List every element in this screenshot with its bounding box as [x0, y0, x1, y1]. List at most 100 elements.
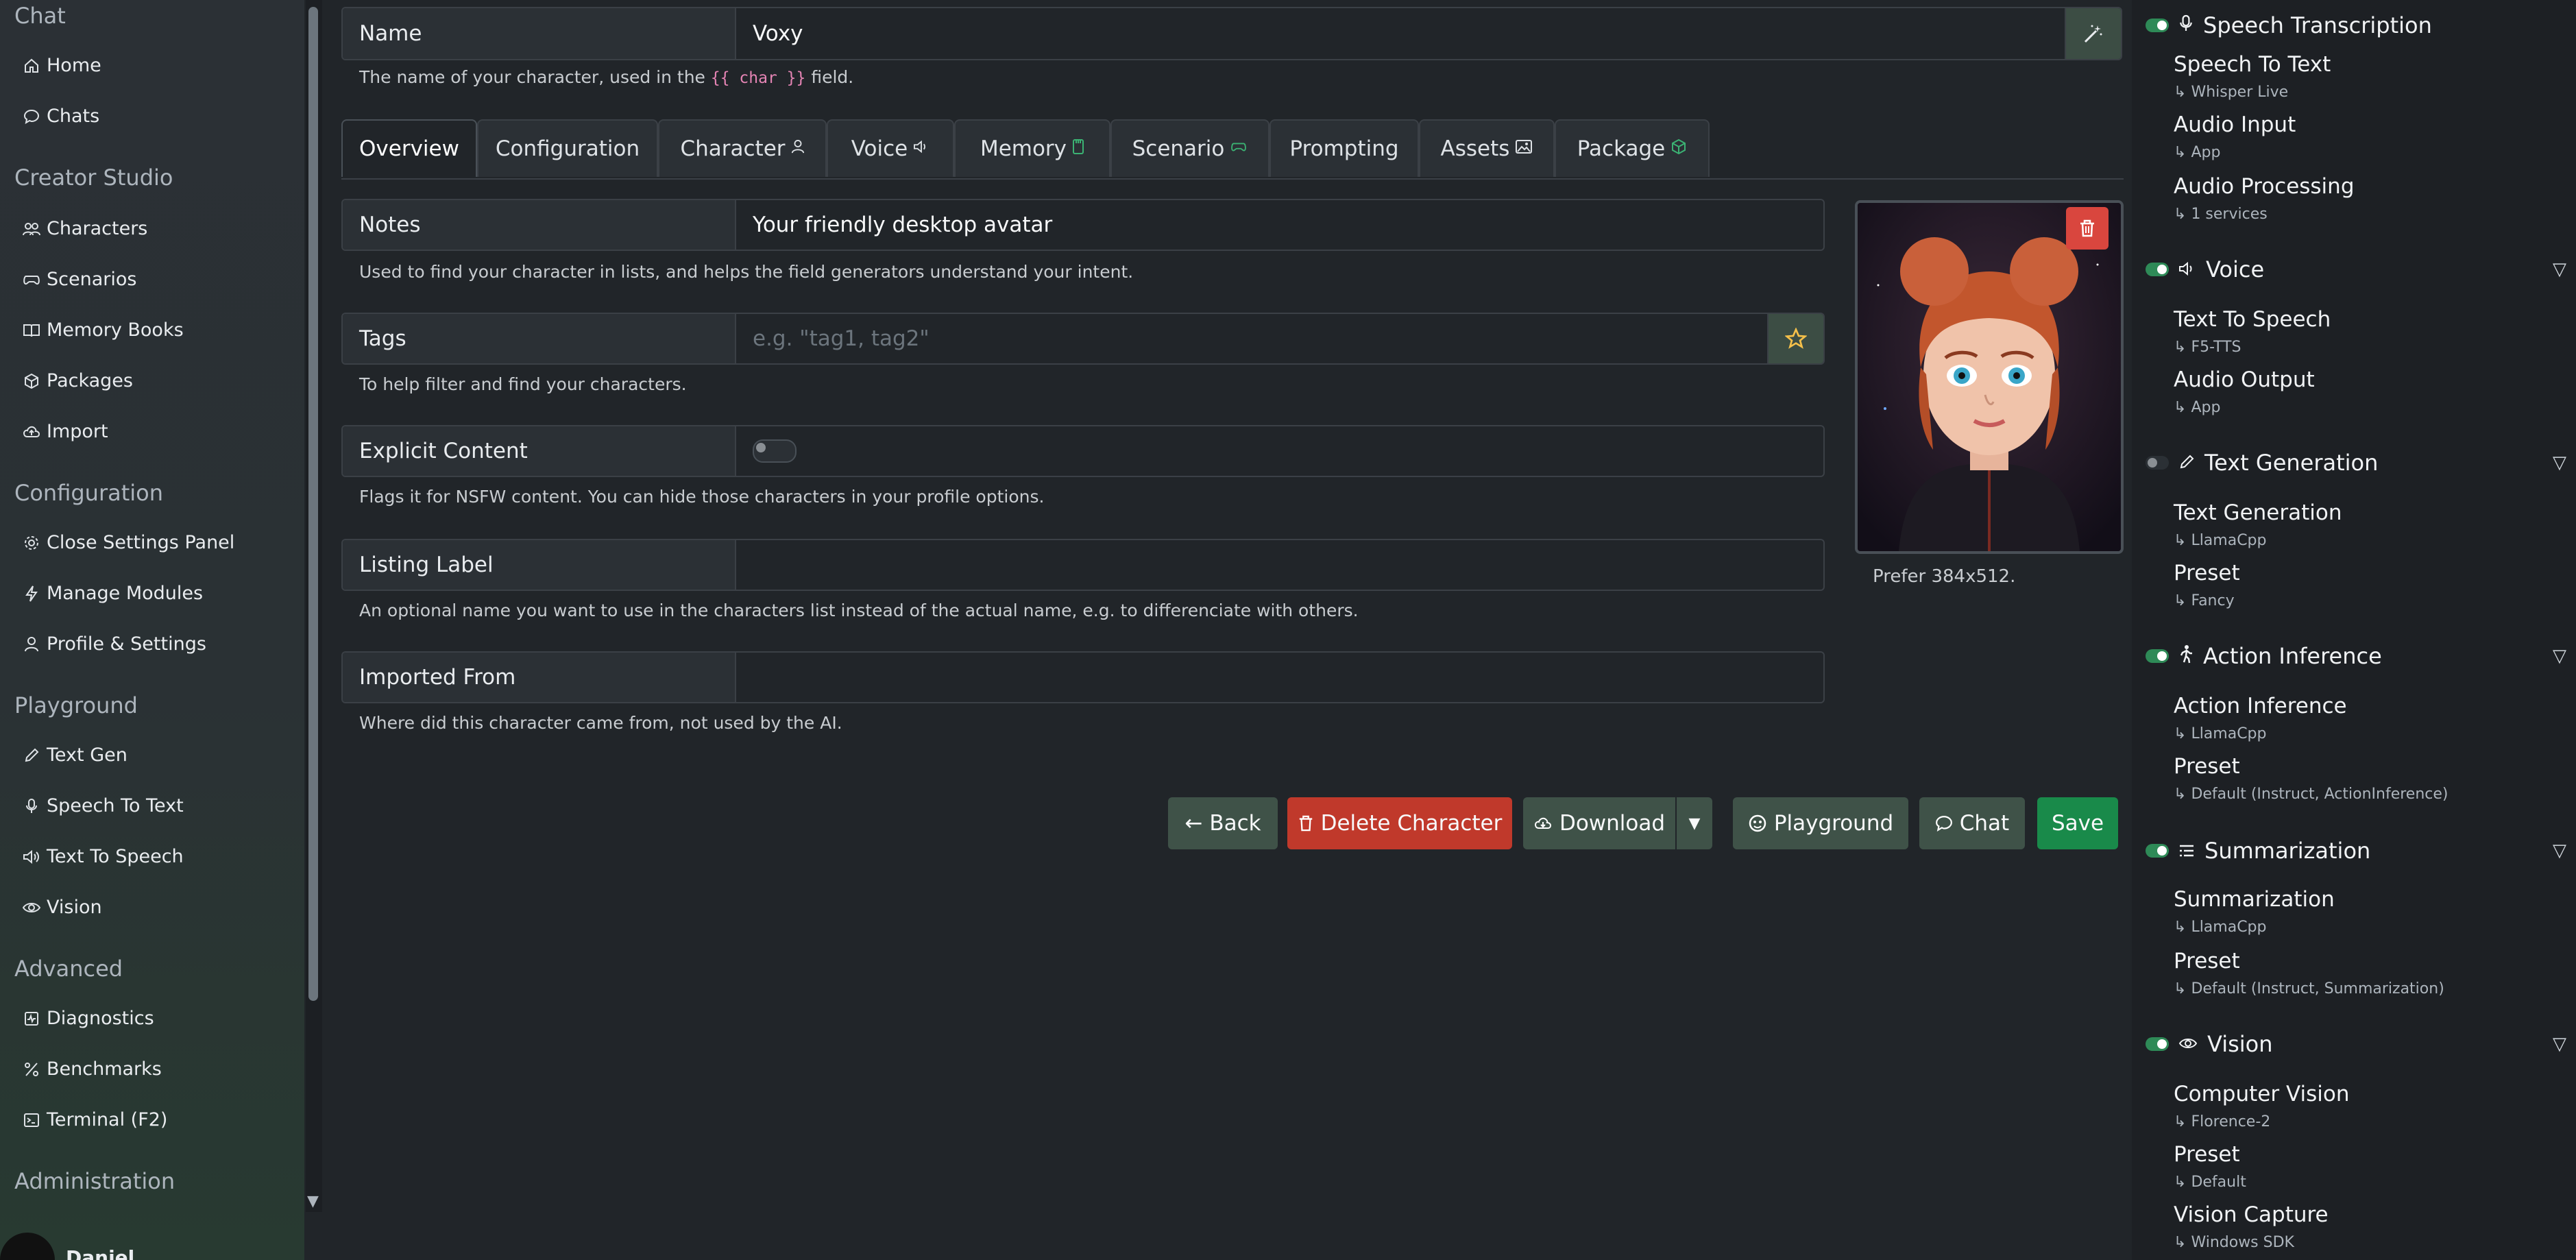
tab-overview[interactable]: Overview: [341, 119, 477, 177]
sidebar-scrollbar-thumb[interactable]: [308, 7, 318, 1001]
save-button[interactable]: Save: [2037, 797, 2118, 849]
back-button[interactable]: ← Back: [1168, 797, 1278, 849]
module-toggle[interactable]: [2146, 456, 2169, 470]
service-computer-vision[interactable]: Computer Vision: [2174, 1082, 2349, 1106]
list-icon: [2178, 838, 2195, 864]
service-value-text: Windows SDK: [2191, 1234, 2294, 1251]
module-summarization[interactable]: Summarization: [2146, 838, 2370, 864]
sidebar-item-memory-books[interactable]: Memory Books: [22, 319, 184, 341]
service-speech-to-text[interactable]: Speech To Text: [2174, 52, 2331, 77]
explicit-content-toggle[interactable]: [753, 439, 797, 463]
avatar[interactable]: [0, 1233, 55, 1260]
module-text-generation[interactable]: Text Generation: [2146, 450, 2378, 476]
tab-package[interactable]: Package: [1555, 119, 1710, 177]
notes-field: Notes Your friendly desktop avatar: [341, 199, 1825, 251]
sidebar-item-characters[interactable]: Characters: [22, 218, 147, 239]
tab-scenario[interactable]: Scenario: [1110, 119, 1269, 177]
sidebar-item-label: Speech To Text: [47, 795, 184, 816]
notes-input[interactable]: Your friendly desktop avatar: [736, 200, 1823, 250]
sidebar-item-profile-settings[interactable]: Profile & Settings: [22, 633, 206, 655]
tab-configuration[interactable]: Configuration: [477, 119, 658, 177]
tab-character[interactable]: Character: [658, 119, 827, 177]
service-vision-capture[interactable]: Vision Capture: [2174, 1202, 2329, 1227]
download-dropdown-toggle[interactable]: ▼: [1677, 797, 1712, 849]
module-toggle[interactable]: [2146, 844, 2169, 858]
sidebar-item-diagnostics[interactable]: Diagnostics: [22, 1008, 154, 1029]
tags-input[interactable]: e.g. "tag1, tag2": [736, 314, 1767, 363]
sidebar-item-home[interactable]: Home: [22, 55, 101, 76]
playground-button[interactable]: Playground: [1733, 797, 1908, 849]
module-title: Action Inference: [2203, 643, 2382, 669]
module-title: Vision: [2207, 1031, 2273, 1057]
name-help: The name of your character, used in the …: [359, 67, 853, 87]
listing-label-field: Listing Label: [341, 539, 1825, 591]
tab-memory[interactable]: Memory: [954, 119, 1110, 177]
magic-wand-button[interactable]: [2065, 8, 2121, 59]
service-audio-processing[interactable]: Audio Processing: [2174, 174, 2355, 199]
character-avatar[interactable]: [1855, 200, 2124, 554]
service-value-text: F5-TTS: [2191, 339, 2241, 356]
sidebar-item-text-to-speech[interactable]: Text To Speech: [22, 846, 184, 867]
module-voice[interactable]: Voice: [2146, 256, 2264, 282]
name-input[interactable]: Voxy: [736, 8, 2065, 59]
sidebar-item-chats[interactable]: Chats: [22, 106, 99, 127]
module-vision[interactable]: Vision: [2146, 1031, 2273, 1057]
tab-voice[interactable]: Voice: [827, 119, 954, 177]
sidebar-item-terminal[interactable]: Terminal (F2): [22, 1109, 167, 1130]
service-value: ↳ Whisper Live: [2174, 84, 2289, 101]
sidebar-item-close-settings-panel[interactable]: Close Settings Panel: [22, 532, 234, 553]
module-action-inference[interactable]: Action Inference: [2146, 643, 2382, 669]
sidebar-item-packages[interactable]: Packages: [22, 370, 133, 391]
speaker-icon: [913, 138, 929, 159]
chat-button[interactable]: Chat: [1919, 797, 2025, 849]
sidebar-item-scenarios[interactable]: Scenarios: [22, 269, 136, 290]
service-summarization[interactable]: Summarization: [2174, 887, 2335, 912]
collapse-caret-icon[interactable]: ▽: [2553, 646, 2566, 666]
sidebar-item-import[interactable]: Import: [22, 421, 108, 442]
tab-label: Prompting: [1289, 136, 1399, 161]
service-value: ↳ 1 services: [2174, 206, 2268, 223]
module-toggle[interactable]: [2146, 263, 2169, 276]
module-speech-transcription[interactable]: Speech Transcription: [2146, 12, 2432, 38]
service-preset[interactable]: Preset: [2174, 754, 2240, 779]
delete-character-button[interactable]: Delete Character: [1287, 797, 1512, 849]
delete-avatar-button[interactable]: [2066, 207, 2109, 250]
module-toggle[interactable]: [2146, 19, 2169, 32]
sidebar-item-benchmarks[interactable]: Benchmarks: [22, 1058, 162, 1080]
service-audio-output[interactable]: Audio Output: [2174, 367, 2315, 392]
favorite-button[interactable]: [1767, 314, 1823, 363]
service-value-text: App: [2191, 144, 2221, 161]
sidebar-item-text-gen[interactable]: Text Gen: [22, 744, 127, 766]
service-preset[interactable]: Preset: [2174, 1142, 2240, 1167]
trash-icon: [2080, 219, 2094, 237]
collapse-caret-icon[interactable]: ▽: [2553, 840, 2566, 861]
tab-label: Memory: [980, 136, 1067, 161]
collapse-caret-icon[interactable]: ▽: [2553, 1034, 2566, 1054]
module-toggle[interactable]: [2146, 1037, 2169, 1051]
tab-prompting[interactable]: Prompting: [1269, 119, 1419, 177]
sidebar-item-manage-modules[interactable]: Manage Modules: [22, 583, 203, 604]
sidebar-item-vision[interactable]: Vision: [22, 897, 102, 918]
book-icon: [22, 322, 41, 339]
service-text-to-speech[interactable]: Text To Speech: [2174, 307, 2331, 332]
home-icon: [22, 58, 41, 74]
collapse-caret-icon[interactable]: ▽: [2553, 452, 2566, 473]
service-action-inference[interactable]: Action Inference: [2174, 694, 2347, 718]
imported-from-input[interactable]: [736, 653, 1823, 702]
trash-icon: [1299, 815, 1312, 832]
sidebar-item-label: Memory Books: [47, 319, 184, 341]
service-value: ↳ Fancy: [2174, 592, 2235, 609]
collapse-caret-icon[interactable]: ▽: [2553, 259, 2566, 280]
listing-label-input[interactable]: [736, 540, 1823, 590]
module-title: Voice: [2206, 256, 2265, 282]
tab-assets[interactable]: Assets: [1419, 119, 1555, 177]
scroll-down-arrow-icon[interactable]: ▼: [307, 1193, 319, 1210]
service-preset[interactable]: Preset: [2174, 949, 2240, 973]
service-preset[interactable]: Preset: [2174, 561, 2240, 585]
service-text-generation[interactable]: Text Generation: [2174, 500, 2342, 525]
service-audio-input[interactable]: Audio Input: [2174, 112, 2296, 137]
sidebar-item-label: Chats: [47, 106, 100, 127]
module-toggle[interactable]: [2146, 649, 2169, 663]
sidebar-item-speech-to-text[interactable]: Speech To Text: [22, 795, 184, 816]
download-button[interactable]: Download: [1523, 797, 1675, 849]
